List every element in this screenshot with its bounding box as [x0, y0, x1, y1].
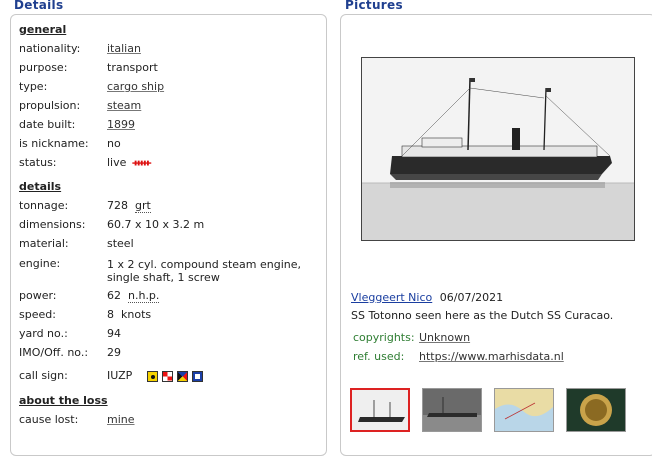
signal-flag-z-icon [176, 370, 188, 382]
detail-row-speed: speed: 8 knots [19, 307, 319, 323]
power-number: 62 [107, 289, 121, 302]
cause-lost-link[interactable]: mine [107, 412, 135, 428]
thumbnail-image [352, 390, 408, 430]
signal-flag-p-icon [191, 370, 203, 382]
details-column-title: Details [14, 0, 64, 12]
detail-label: power: [19, 289, 57, 302]
copyrights-link[interactable]: Unknown [419, 331, 470, 344]
signal-flag-i-icon [146, 370, 158, 382]
detail-row-yard-no: yard no.: 94 [19, 326, 319, 342]
detail-label: tonnage: [19, 199, 69, 212]
detail-row-cause-lost: cause lost: mine [19, 412, 319, 428]
thumbnail-image [567, 389, 625, 431]
detail-row-status: status: live ᚔ [19, 155, 319, 171]
detail-row-purpose: purpose: transport [19, 60, 319, 76]
detail-row-tonnage: tonnage: 728 grt [19, 198, 319, 214]
detail-label: cause lost: [19, 413, 79, 426]
engine-value: 1 x 2 cyl. compound steam engine, single… [107, 258, 302, 284]
thumbnail-image [423, 389, 481, 431]
detail-label: is nickname: [19, 137, 89, 150]
detail-label: purpose: [19, 61, 68, 74]
thumbnail-ship-photo-2[interactable] [422, 388, 482, 432]
detail-label: engine: [19, 257, 61, 270]
detail-row-power: power: 62 n.h.p. [19, 288, 319, 304]
pictures-column-title: Pictures [345, 0, 403, 12]
ship-photo-illustration [362, 58, 634, 240]
detail-label: speed: [19, 308, 56, 321]
detail-row-nationality: nationality: italian [19, 41, 319, 57]
detail-row-date-built: date built: 1899 [19, 117, 319, 133]
thumbnail-medal-seal[interactable] [566, 388, 626, 432]
nationality-link[interactable]: italian [107, 41, 141, 57]
detail-label: material: [19, 237, 69, 250]
author-link[interactable]: Vleggeert Nico [351, 291, 432, 304]
detail-row-engine: engine: 1 x 2 cyl. compound steam engine… [19, 256, 319, 286]
thumbnail-chart-map[interactable] [494, 388, 554, 432]
yard-no-value: 94 [107, 327, 121, 340]
copyrights-label: copyrights: [353, 331, 415, 344]
detail-row-is-nickname: is nickname: no [19, 136, 319, 152]
detail-label: call sign: [19, 369, 68, 382]
detail-label: type: [19, 80, 48, 93]
photo-date: 06/07/2021 [439, 291, 504, 304]
is-nickname-value: no [107, 137, 121, 150]
details-panel: general nationality: italian purpose: tr… [10, 14, 327, 456]
detail-label: IMO/Off. no.: [19, 346, 89, 359]
detail-label: status: [19, 156, 57, 169]
tonnage-value: 728 grt [107, 198, 151, 214]
status-text: live [107, 156, 127, 169]
detail-row-propulsion: propulsion: steam [19, 98, 319, 114]
material-value: steel [107, 237, 134, 250]
power-unit[interactable]: n.h.p. [128, 289, 160, 303]
section-details: details [19, 180, 62, 193]
photo-credit: Vleggeert Nico 06/07/2021 [351, 291, 503, 304]
detail-row-call-sign: call sign: IUZP [19, 368, 319, 384]
detail-label: date built: [19, 118, 76, 131]
propulsion-link[interactable]: steam [107, 98, 141, 114]
power-value: 62 n.h.p. [107, 288, 160, 304]
detail-row-imo: IMO/Off. no.: 29 [19, 345, 319, 361]
detail-label: yard no.: [19, 327, 68, 340]
detail-label: nationality: [19, 42, 81, 55]
reference-link[interactable]: https://www.marhisdata.nl [419, 350, 564, 363]
section-about-the-loss: about the loss [19, 394, 108, 407]
detail-label: dimensions: [19, 218, 86, 231]
call-sign-value: IUZP [107, 368, 203, 384]
type-link[interactable]: cargo ship [107, 79, 164, 95]
thumbnail-image [495, 389, 553, 431]
thumbnail-ship-photo-1[interactable] [350, 388, 410, 432]
speed-value: 8 knots [107, 308, 152, 321]
live-status-icon: ᚔ [132, 158, 151, 169]
detail-row-dimensions: dimensions: 60.7 x 10 x 3.2 m [19, 217, 319, 233]
detail-row-material: material: steel [19, 236, 319, 252]
photo-caption: SS Totonno seen here as the Dutch SS Cur… [351, 309, 614, 322]
status-value: live ᚔ [107, 155, 151, 172]
tonnage-unit[interactable]: grt [135, 199, 151, 213]
copyrights-row: copyrights: Unknown [353, 331, 470, 344]
signal-flag-u-icon [161, 370, 173, 382]
detail-row-type: type: cargo ship [19, 79, 319, 95]
imo-value: 29 [107, 346, 121, 359]
dimensions-value: 60.7 x 10 x 3.2 m [107, 218, 205, 231]
reference-label: ref. used: [353, 350, 405, 363]
call-sign-text: IUZP [107, 369, 133, 382]
purpose-value: transport [107, 61, 158, 74]
reference-row: ref. used: https://www.marhisdata.nl [353, 350, 564, 363]
date-built-link[interactable]: 1899 [107, 117, 135, 133]
section-general: general [19, 23, 67, 36]
tonnage-number: 728 [107, 199, 128, 212]
detail-label: propulsion: [19, 99, 81, 112]
main-ship-photo[interactable] [361, 57, 635, 241]
